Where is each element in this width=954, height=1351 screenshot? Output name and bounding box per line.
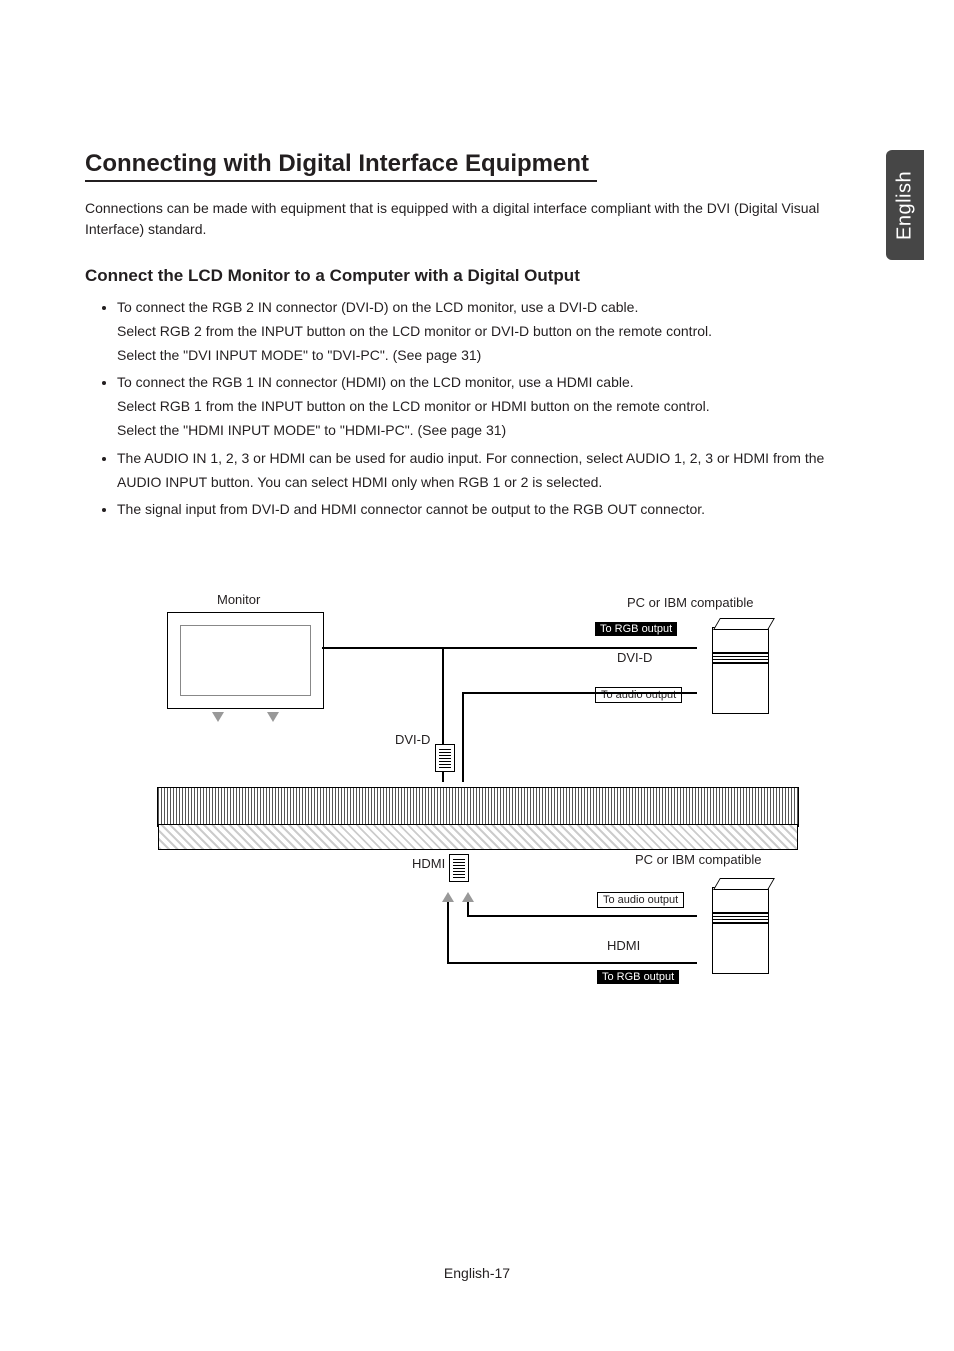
arrow-icon <box>442 892 454 902</box>
hdmi-label: HDMI <box>607 938 640 953</box>
port-panel-icon <box>157 787 799 827</box>
audio-output-label: To audio output <box>595 687 682 703</box>
page-number: English-17 <box>0 1265 954 1281</box>
audio-output-label: To audio output <box>597 892 684 908</box>
pc-label: PC or IBM compatible <box>635 852 761 867</box>
document-page: English Connecting with Digital Interfac… <box>0 0 954 1351</box>
dvi-d-connector-label: DVI-D <box>395 732 430 747</box>
monitor-icon <box>167 612 324 709</box>
pc-label: PC or IBM compatible <box>627 595 753 610</box>
dvi-d-label: DVI-D <box>617 650 652 665</box>
connection-diagram: Monitor PC or IBM compatible To RGB outp… <box>85 592 869 1012</box>
pc-tower-icon <box>712 887 769 974</box>
arrow-icon <box>267 712 279 722</box>
arrow-icon <box>462 892 474 902</box>
list-item: The AUDIO IN 1, 2, 3 or HDMI can be used… <box>117 447 869 495</box>
rgb-output-label: To RGB output <box>597 970 679 984</box>
list-item: The signal input from DVI-D and HDMI con… <box>117 498 869 522</box>
language-tab: English <box>886 150 924 260</box>
cable-line <box>462 692 697 694</box>
arrow-icon <box>212 712 224 722</box>
cable-line <box>322 647 697 649</box>
dvi-connector-icon <box>435 744 455 772</box>
cable-line <box>447 902 449 962</box>
cable-line <box>462 692 464 782</box>
instruction-list: To connect the RGB 2 IN connector (DVI-D… <box>85 296 869 522</box>
hdmi-connector-icon <box>449 854 469 882</box>
intro-paragraph: Connections can be made with equipment t… <box>85 198 869 240</box>
section-subtitle: Connect the LCD Monitor to a Computer wi… <box>85 266 869 286</box>
monitor-label: Monitor <box>217 592 260 607</box>
list-item: To connect the RGB 2 IN connector (DVI-D… <box>117 296 869 367</box>
cable-line <box>447 962 697 964</box>
page-title: Connecting with Digital Interface Equipm… <box>85 150 597 182</box>
rgb-output-label: To RGB output <box>595 622 677 636</box>
list-item: To connect the RGB 1 IN connector (HDMI)… <box>117 371 869 442</box>
hdmi-connector-label: HDMI <box>412 856 445 871</box>
cable-line <box>467 915 697 917</box>
pc-tower-icon <box>712 627 769 714</box>
